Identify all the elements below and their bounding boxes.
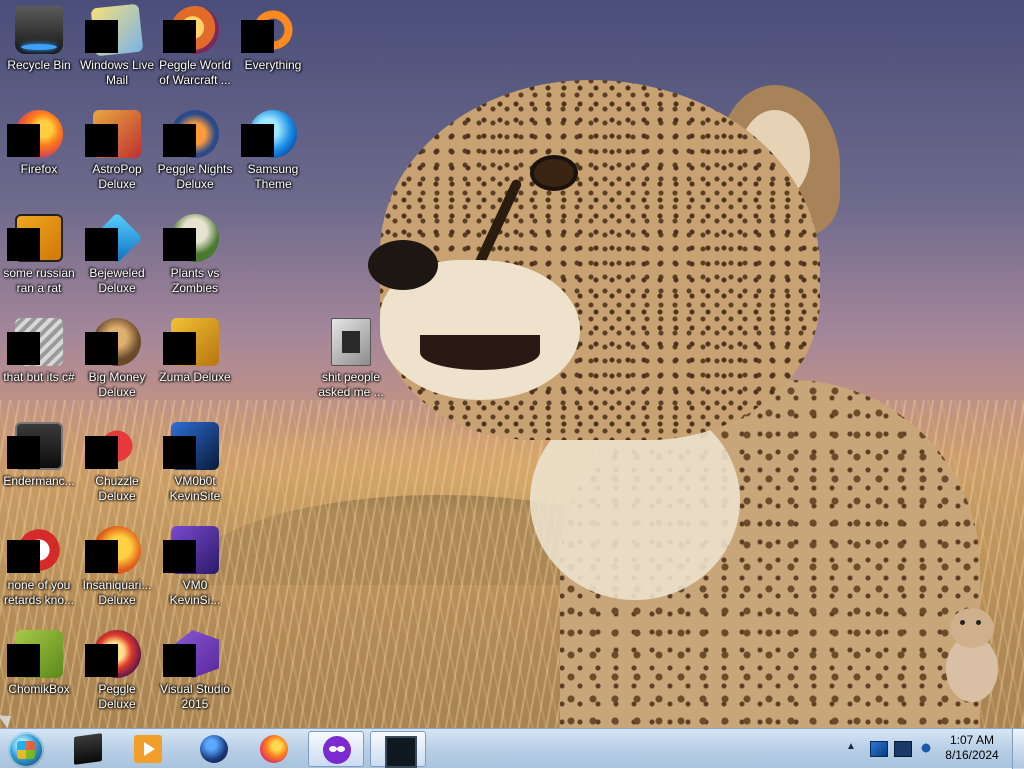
redaction-box: [241, 20, 274, 53]
icon-label: VM0 KevinSi...: [169, 578, 221, 607]
globe-icon: [200, 735, 228, 763]
desktop-icon-csharp-rat[interactable]: that but its c#: [0, 312, 78, 408]
redaction-box: [85, 124, 118, 157]
desktop-icon-peggle-wow[interactable]: Peggle World of Warcraft ...: [156, 0, 234, 96]
desktop-icon-chomikbox[interactable]: ChomikBox: [0, 624, 78, 720]
redaction-box: [163, 540, 196, 573]
screen-icon: [385, 736, 417, 768]
icon-label: Plants vs Zombies: [170, 266, 220, 295]
redaction-box: [7, 124, 40, 157]
virtualbox-taskbar-button[interactable]: [60, 731, 116, 767]
redaction-box: [85, 644, 118, 677]
media-player-taskbar-button[interactable]: [120, 731, 176, 767]
redaction-box: [163, 644, 196, 677]
redaction-box: [85, 436, 118, 469]
icon-label: ChomikBox: [8, 682, 70, 696]
redaction-box: [163, 436, 196, 469]
desktop-icon-peggle-deluxe[interactable]: Peggle Deluxe: [78, 624, 156, 720]
icon-label: Peggle Nights Deluxe: [157, 162, 233, 191]
media-player-icon: [134, 735, 162, 763]
show-desktop-button[interactable]: [1012, 729, 1024, 769]
network-icon[interactable]: [894, 741, 912, 757]
desktop-icon-windows-live-mail[interactable]: Windows Live Mail: [78, 0, 156, 96]
icon-label: Big Money Deluxe: [88, 370, 146, 399]
desktop-icon-firefox[interactable]: Firefox: [0, 104, 78, 200]
desktop-icon-bejeweled[interactable]: Bejeweled Deluxe: [78, 208, 156, 304]
desktop-icon-vm0b0t[interactable]: VM0b0t KevinSite: [156, 416, 234, 512]
redaction-box: [85, 20, 118, 53]
icon-label: AstroPop Deluxe: [92, 162, 142, 191]
icon-label: Everything: [244, 58, 302, 72]
redaction-box: [163, 228, 196, 261]
desktop-icon-plants-vs-zombies[interactable]: Plants vs Zombies: [156, 208, 234, 304]
clock-date: 8/16/2024: [945, 748, 999, 762]
icon-label: Samsung Theme: [247, 162, 299, 191]
icon-label: some russian ran a rat: [3, 266, 75, 295]
start-button[interactable]: [8, 732, 44, 768]
redaction-box: [241, 124, 274, 157]
icon-label: shit people asked me ...: [318, 370, 384, 399]
screen-app-taskbar-button[interactable]: [370, 731, 426, 768]
icon-label: Zuma Deluxe: [159, 370, 231, 384]
firefox-icon: [260, 735, 288, 763]
redaction-box: [163, 124, 196, 157]
clock[interactable]: 1:07 AM 8/16/2024: [942, 733, 1002, 763]
desktop-icon-chuzzle[interactable]: Chuzzle Deluxe: [78, 416, 156, 512]
action-center-flag-icon[interactable]: [870, 741, 888, 757]
system-tray: ▲ 1:07 AM 8/16/2024: [842, 729, 1024, 769]
desktop-icon-peggle-nights[interactable]: Peggle Nights Deluxe: [156, 104, 234, 200]
desktop-icon-big-money[interactable]: Big Money Deluxe: [78, 312, 156, 408]
mask-app-taskbar-button[interactable]: [308, 731, 364, 767]
redaction-box: [7, 644, 40, 677]
desktop-icon-visual-studio[interactable]: Visual Studio 2015: [156, 624, 234, 720]
redaction-box: [7, 332, 40, 365]
icon-label: Insaniquari... Deluxe: [82, 578, 152, 607]
icon-label: that but its c#: [3, 370, 75, 384]
redaction-box: [163, 20, 196, 53]
redaction-box: [85, 228, 118, 261]
redaction-box: [163, 332, 196, 365]
folder-icon: [331, 318, 371, 366]
redaction-box: [7, 540, 40, 573]
redaction-box: [7, 228, 40, 261]
icon-label: Visual Studio 2015: [160, 682, 230, 711]
icon-label: Chuzzle Deluxe: [95, 474, 139, 503]
redaction-box: [85, 540, 118, 573]
desktop-icon-zuma[interactable]: Zuma Deluxe: [156, 312, 234, 408]
icon-label: Recycle Bin: [7, 58, 71, 72]
icon-label: VM0b0t KevinSite: [169, 474, 221, 503]
desktop-icon-astropop[interactable]: AstroPop Deluxe: [78, 104, 156, 200]
desktop-icon-insaniquarium[interactable]: Insaniquari... Deluxe: [78, 520, 156, 616]
mask-icon: [323, 736, 351, 764]
desktop-icon-gsrat[interactable]: none of you retards kno...: [0, 520, 78, 616]
taskbar: ▲ 1:07 AM 8/16/2024: [0, 728, 1024, 769]
clock-time: 1:07 AM: [949, 733, 995, 747]
recycle-bin-icon: [15, 6, 63, 54]
desktop-icon-vm0[interactable]: VM0 KevinSi...: [156, 520, 234, 616]
desktop-icon-folder[interactable]: shit people asked me ...: [312, 312, 390, 408]
desktop-icon-rat[interactable]: some russian ran a rat: [0, 208, 78, 304]
icon-label: Peggle Deluxe: [98, 682, 136, 711]
desktop-icon-samsung-theme[interactable]: Samsung Theme: [234, 104, 312, 200]
volume-icon[interactable]: [918, 741, 934, 755]
firefox-taskbar-button[interactable]: [246, 731, 302, 767]
icon-label: none of you retards kno...: [3, 578, 75, 607]
desktop-icon-endermanch[interactable]: Endermanc...: [0, 416, 78, 512]
redaction-box: [7, 436, 40, 469]
icon-label: Windows Live Mail: [79, 58, 155, 87]
desktop-icon-everything[interactable]: Everything: [234, 0, 312, 96]
icon-label: Firefox: [20, 162, 58, 176]
desktop-icon-recycle-bin[interactable]: Recycle Bin: [0, 0, 78, 96]
icon-label: Endermanc...: [3, 474, 75, 488]
redaction-box: [85, 332, 118, 365]
black-box-icon: [74, 733, 102, 765]
desktop-icons: Recycle Bin Windows Live Mail Peggle Wor…: [0, 0, 1024, 728]
globe-taskbar-button[interactable]: [186, 731, 242, 767]
icon-label: Bejeweled Deluxe: [89, 266, 145, 295]
icon-label: Peggle World of Warcraft ...: [159, 58, 231, 87]
show-hidden-icons-button[interactable]: ▲: [846, 741, 856, 752]
